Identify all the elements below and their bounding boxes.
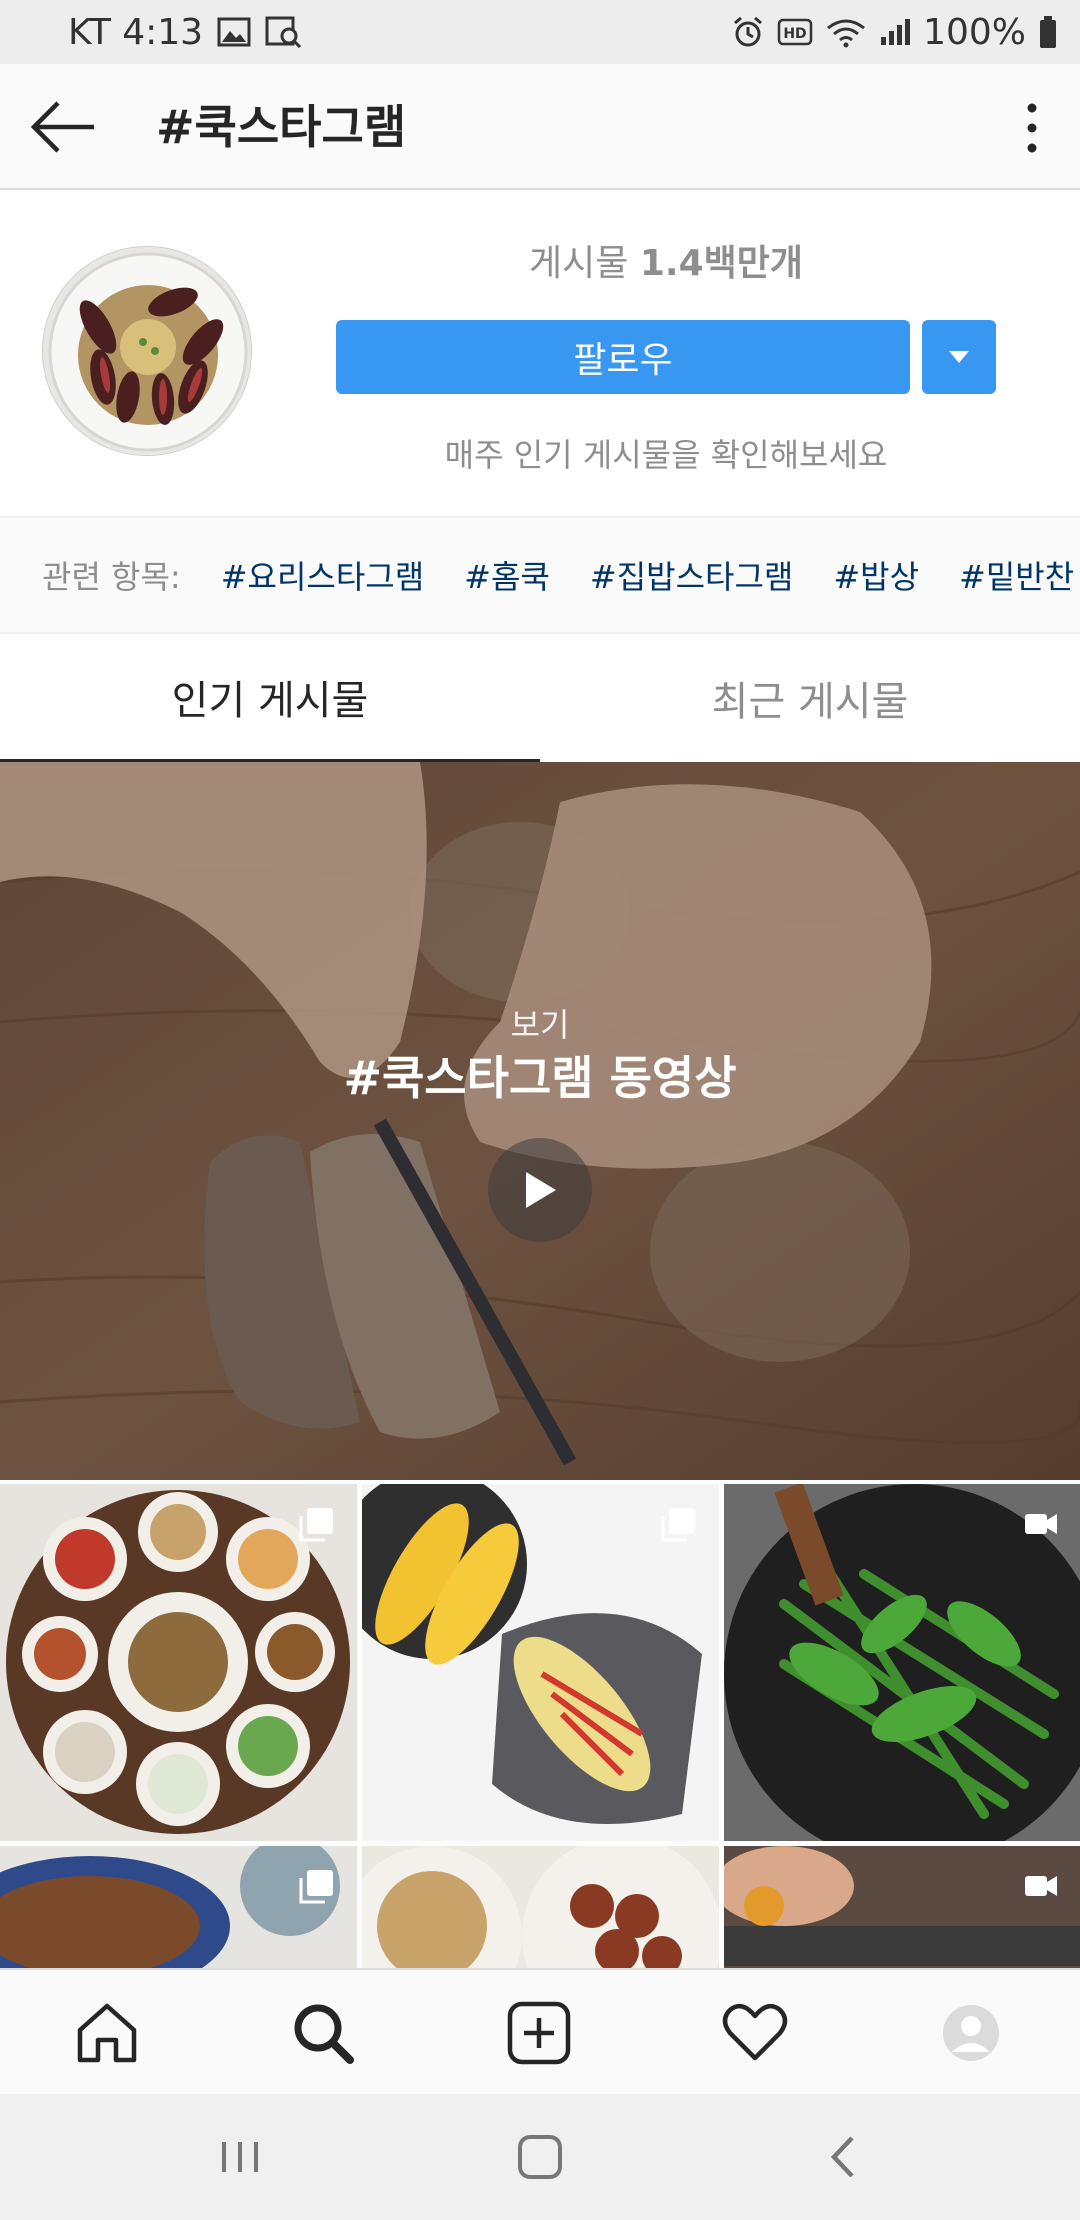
add-post-icon[interactable] (504, 1998, 574, 2068)
page-title: #쿡스타그램 (156, 100, 407, 154)
app-header: #쿡스타그램 (0, 64, 1080, 190)
more-vertical-icon[interactable] (1022, 98, 1042, 158)
grid-post[interactable] (724, 1846, 1080, 1968)
related-tag[interactable]: #밑반찬 (959, 552, 1074, 598)
grid-post[interactable] (0, 1484, 357, 1841)
play-icon (526, 1172, 556, 1208)
follow-dropdown-button[interactable] (922, 320, 996, 394)
hashtag-video-banner[interactable]: 보기 #쿡스타그램 동영상 (0, 762, 1080, 1480)
post-tabs: 인기 게시물 최근 게시물 (0, 634, 1080, 762)
triangle-down-icon (949, 351, 969, 363)
related-tag[interactable]: #집밥스타그램 (590, 552, 793, 598)
search-icon[interactable] (288, 1998, 358, 2068)
battery-icon (1040, 16, 1056, 48)
back-arrow-icon[interactable] (28, 94, 98, 160)
home-button-icon[interactable] (510, 2132, 570, 2182)
video-post-icon (1025, 1876, 1057, 1896)
bottom-navigation (0, 1968, 1080, 2094)
recent-apps-icon[interactable] (210, 2132, 270, 2182)
gallery-icon (217, 17, 251, 47)
related-tag[interactable]: #요리스타그램 (221, 552, 424, 598)
posts-number: 1.4백만개 (639, 243, 803, 284)
video-thumbnail (0, 762, 1080, 1480)
video-post-icon (1025, 1514, 1057, 1534)
posts-count: 게시물 1.4백만개 (336, 234, 996, 286)
hd-icon: HD (777, 18, 813, 46)
signal-icon (881, 19, 911, 45)
back-button-icon[interactable] (814, 2132, 874, 2182)
weekly-info-text: 매주 인기 게시물을 확인해보세요 (444, 436, 888, 474)
video-subtitle: 보기 (510, 1006, 570, 1044)
related-tag[interactable]: #홈쿡 (464, 552, 550, 598)
hashtag-profile: 게시물 1.4백만개 팔로우 매주 인기 게시물을 확인해보세요 (0, 190, 1080, 516)
multi-post-icon (299, 1508, 333, 1542)
posts-label: 게시물 (529, 243, 629, 284)
svg-text:HD: HD (783, 26, 806, 42)
related-tag[interactable]: #밥상 (833, 552, 919, 598)
multi-post-icon (299, 1870, 333, 1904)
alarm-icon (734, 16, 763, 47)
screenshot-search-icon (265, 16, 302, 48)
follow-button[interactable]: 팔로우 (336, 320, 910, 394)
multi-post-icon (661, 1508, 695, 1542)
grid-post[interactable] (724, 1484, 1080, 1841)
video-title: #쿡스타그램 동영상 (343, 1051, 737, 1105)
tab-recent-posts[interactable]: 최근 게시물 (540, 634, 1080, 762)
home-icon[interactable] (72, 1998, 142, 2068)
play-button[interactable] (488, 1138, 592, 1242)
status-bar: KT 4:13 HD 100% (0, 0, 1080, 64)
tab-top-posts[interactable]: 인기 게시물 (0, 634, 540, 762)
grid-post[interactable] (362, 1846, 719, 1968)
battery-percent: 100% (923, 11, 1026, 53)
grid-post[interactable] (0, 1846, 357, 1968)
related-label: 관련 항목: (42, 558, 181, 596)
carrier-time: KT 4:13 (68, 11, 204, 53)
grid-post[interactable] (362, 1484, 719, 1841)
profile-avatar[interactable] (936, 1998, 1006, 2068)
system-navigation-bar (0, 2094, 1080, 2220)
hashtag-avatar (42, 246, 252, 456)
wifi-icon (827, 19, 865, 48)
related-tags-bar: 관련 항목: #요리스타그램 #홈쿡 #집밥스타그램 #밥상 #밑반찬 (0, 516, 1080, 634)
post-grid (0, 1484, 1080, 1968)
heart-icon[interactable] (720, 1998, 790, 2068)
